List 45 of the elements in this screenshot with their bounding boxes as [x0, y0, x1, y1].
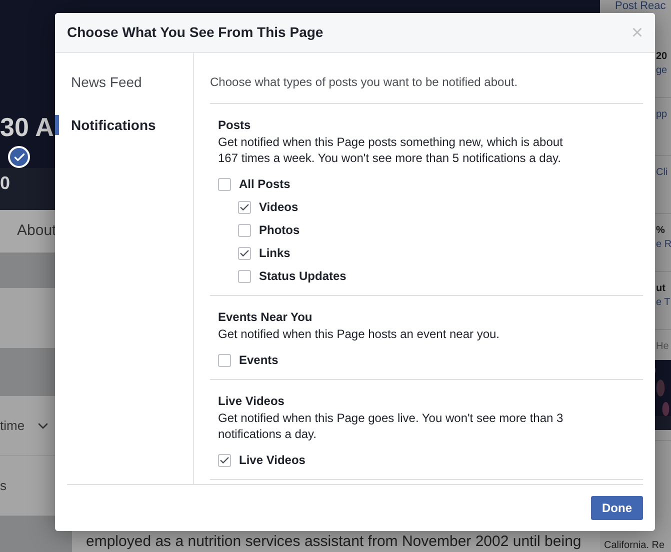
checkbox[interactable]: [238, 224, 251, 236]
checkbox[interactable]: [238, 246, 251, 260]
intro-text: Choose what types of posts you want to be notified about.: [210, 73, 643, 104]
checkmark-icon: [219, 454, 230, 466]
checkmark-icon: [239, 248, 250, 258]
sidebar-text: ut: [656, 282, 666, 296]
checkbox[interactable]: [218, 178, 231, 190]
sidebar-text[interactable]: pp: [656, 108, 668, 122]
done-button[interactable]: Done: [591, 496, 643, 520]
menu-item[interactable]: time: [0, 416, 25, 436]
checkbox-option[interactable]: Photos: [238, 221, 300, 239]
sidebar-text[interactable]: e T: [656, 296, 670, 310]
checkbox[interactable]: [238, 270, 251, 282]
checkbox-option[interactable]: Videos: [238, 198, 298, 216]
section-title: Live Videos: [218, 393, 286, 410]
checkbox[interactable]: [218, 454, 231, 466]
sidebar-text: He: [656, 340, 669, 354]
checkbox-option[interactable]: Live Videos: [218, 451, 306, 469]
menu-item[interactable]: s: [0, 476, 6, 496]
checkbox-option[interactable]: Events: [218, 351, 278, 369]
sidebar-text: %: [656, 224, 665, 238]
checkbox-option[interactable]: All Posts: [218, 175, 290, 193]
section-description: Get notified when this Page hosts an event near you.: [218, 326, 501, 342]
sidebar-text: California. Re: [603, 540, 665, 552]
sidebar-text[interactable]: e R: [656, 238, 671, 252]
nav-tab[interactable]: Notifications: [55, 115, 193, 135]
section-description: Get notified when this Page posts something new, which is about 167 times a week. You won't see more than 5 notifications a day.: [218, 134, 564, 166]
section-title: Posts: [218, 117, 252, 134]
page-name: 30 A: [0, 114, 54, 140]
sidebar-text[interactable]: Cli: [656, 166, 668, 180]
sidebar-text[interactable]: ge: [656, 64, 668, 78]
checkbox-option[interactable]: Links: [238, 244, 290, 262]
about-tab[interactable]: About: [17, 220, 56, 242]
section-description: Get notified when this Page goes live. You won't see more than 3 notifications a day.: [218, 410, 564, 442]
checkmark-icon: [239, 202, 250, 212]
nav-tab[interactable]: News Feed: [55, 72, 193, 92]
checkbox-option[interactable]: Status Updates: [238, 267, 346, 285]
sidebar-text: 20: [656, 50, 668, 64]
page-subline: 0: [0, 174, 10, 192]
checkbox[interactable]: [218, 354, 231, 366]
story-text: employed as a nutrition services assistant from November 2002 until being: [86, 532, 582, 552]
sidebar-link[interactable]: Post Reac: [600, 0, 666, 12]
dialog-title: Choose What You See From This Page: [67, 23, 324, 42]
checkbox[interactable]: [238, 200, 251, 214]
section-title: Events Near You: [218, 309, 314, 326]
